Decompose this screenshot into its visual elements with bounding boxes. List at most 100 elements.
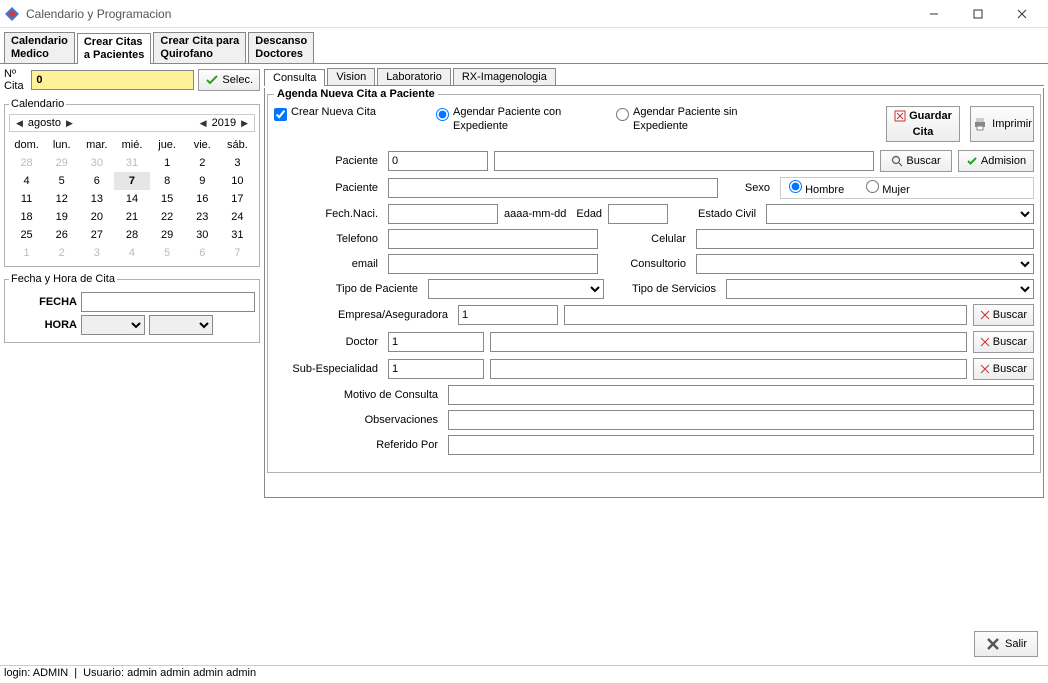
email-input[interactable] [388,254,598,274]
admision-button[interactable]: Admision [958,150,1034,172]
calendar-day[interactable]: 9 [185,172,220,190]
buscar-empresa-button[interactable]: Buscar [973,304,1034,326]
calendar-day[interactable]: 16 [185,190,220,208]
edad-input[interactable] [608,204,668,224]
tab-crear-cita-quirofano[interactable]: Crear Cita paraQuirofano [153,32,246,63]
hora-select-1[interactable] [81,315,145,335]
calendar-day[interactable]: 10 [220,172,255,190]
tab-crear-citas-pacientes[interactable]: Crear Citasa Pacientes [77,33,152,64]
sexo-hombre[interactable]: Hombre [789,180,844,196]
opt-sin-expediente[interactable]: Agendar Paciente sin Expediente [616,106,766,132]
calendar-day[interactable]: 28 [114,226,149,244]
doctor-id-input[interactable] [388,332,484,352]
calendar-day[interactable]: 12 [44,190,79,208]
calendar-day[interactable]: 24 [220,208,255,226]
celular-input[interactable] [696,229,1034,249]
buscar-doctor-button[interactable]: Buscar [973,331,1034,353]
subtab-laboratorio[interactable]: Laboratorio [377,68,451,85]
subtab-vision[interactable]: Vision [327,68,375,85]
empresa-id-input[interactable] [458,305,558,325]
subesp-id-input[interactable] [388,359,484,379]
maximize-button[interactable] [956,0,1000,28]
calendar-day[interactable]: 7 [220,244,255,262]
hora-select-2[interactable] [149,315,213,335]
crear-nueva-cita-checkbox[interactable] [274,108,287,121]
calendar-day[interactable]: 2 [185,154,220,172]
sin-expediente-radio[interactable] [616,108,629,121]
calendar-day[interactable]: 18 [9,208,44,226]
calendar-day[interactable]: 4 [114,244,149,262]
calendar-day[interactable]: 21 [114,208,149,226]
calendar-day[interactable]: 11 [9,190,44,208]
calendar-day[interactable]: 25 [9,226,44,244]
search-icon [891,155,903,167]
calendar-day[interactable]: 2 [44,244,79,262]
guardar-button[interactable]: Guardar Cita [886,106,960,142]
paciente-name-input[interactable] [494,151,874,171]
calendar-day[interactable]: 14 [114,190,149,208]
buscar-subesp-button[interactable]: Buscar [973,358,1034,380]
calendar-day[interactable]: 29 [150,226,185,244]
prev-month-icon[interactable]: ◀ [14,118,25,129]
calendar-day[interactable]: 30 [79,154,114,172]
salir-button[interactable]: Salir [974,631,1038,657]
next-month-icon[interactable]: ▶ [64,118,75,129]
calendar-day[interactable]: 15 [150,190,185,208]
calendar-day[interactable]: 8 [150,172,185,190]
calendar-day[interactable]: 13 [79,190,114,208]
fechnaci-input[interactable] [388,204,498,224]
sexo-mujer[interactable]: Mujer [866,180,910,196]
calendar-day[interactable]: 31 [220,226,255,244]
referido-input[interactable] [448,435,1034,455]
calendar-day[interactable]: 22 [150,208,185,226]
ncita-input[interactable] [31,70,194,90]
calendar-day[interactable]: 29 [44,154,79,172]
calendar-day[interactable]: 5 [150,244,185,262]
subtab-consulta[interactable]: Consulta [264,69,325,86]
telefono-input[interactable] [388,229,598,249]
con-expediente-radio[interactable] [436,108,449,121]
tiposerv-select[interactable] [726,279,1034,299]
tipopac-select[interactable] [428,279,604,299]
calendar-day[interactable]: 20 [79,208,114,226]
opt-crear-nueva-cita[interactable]: Crear Nueva Cita [274,106,376,121]
empresa-name-input[interactable] [564,305,967,325]
calendar-day[interactable]: 1 [9,244,44,262]
tab-descanso-doctores[interactable]: DescansoDoctores [248,32,314,63]
calendar-day[interactable]: 5 [44,172,79,190]
calendar-day[interactable]: 31 [114,154,149,172]
subtab-rx[interactable]: RX-Imagenologia [453,68,556,85]
selec-button[interactable]: Selec. [198,69,260,91]
fecha-input[interactable] [81,292,255,312]
opt-con-expediente[interactable]: Agendar Paciente con Expediente [436,106,586,132]
observ-input[interactable] [448,410,1034,430]
doctor-name-input[interactable] [490,332,967,352]
estadocivil-select[interactable] [766,204,1034,224]
buscar-paciente-button[interactable]: Buscar [880,150,952,172]
calendar-day[interactable]: 28 [9,154,44,172]
calendar-day[interactable]: 26 [44,226,79,244]
calendar-day[interactable]: 23 [185,208,220,226]
motivo-input[interactable] [448,385,1034,405]
calendar-day[interactable]: 3 [79,244,114,262]
calendar-day[interactable]: 6 [79,172,114,190]
minimize-button[interactable] [912,0,956,28]
next-year-icon[interactable]: ▶ [239,118,250,129]
calendar-day[interactable]: 30 [185,226,220,244]
calendar-day[interactable]: 7 [114,172,149,190]
imprimir-button[interactable]: Imprimir [970,106,1034,142]
calendar-day[interactable]: 27 [79,226,114,244]
calendar-day[interactable]: 19 [44,208,79,226]
tab-calendario-medico[interactable]: CalendarioMedico [4,32,75,63]
calendar-day[interactable]: 1 [150,154,185,172]
calendar-day[interactable]: 3 [220,154,255,172]
calendar-day[interactable]: 4 [9,172,44,190]
consultorio-select[interactable] [696,254,1034,274]
paciente2-input[interactable] [388,178,718,198]
prev-year-icon[interactable]: ◀ [198,118,209,129]
calendar-day[interactable]: 6 [185,244,220,262]
calendar-day[interactable]: 17 [220,190,255,208]
subesp-name-input[interactable] [490,359,967,379]
paciente-id-input[interactable] [388,151,488,171]
close-button[interactable] [1000,0,1044,28]
